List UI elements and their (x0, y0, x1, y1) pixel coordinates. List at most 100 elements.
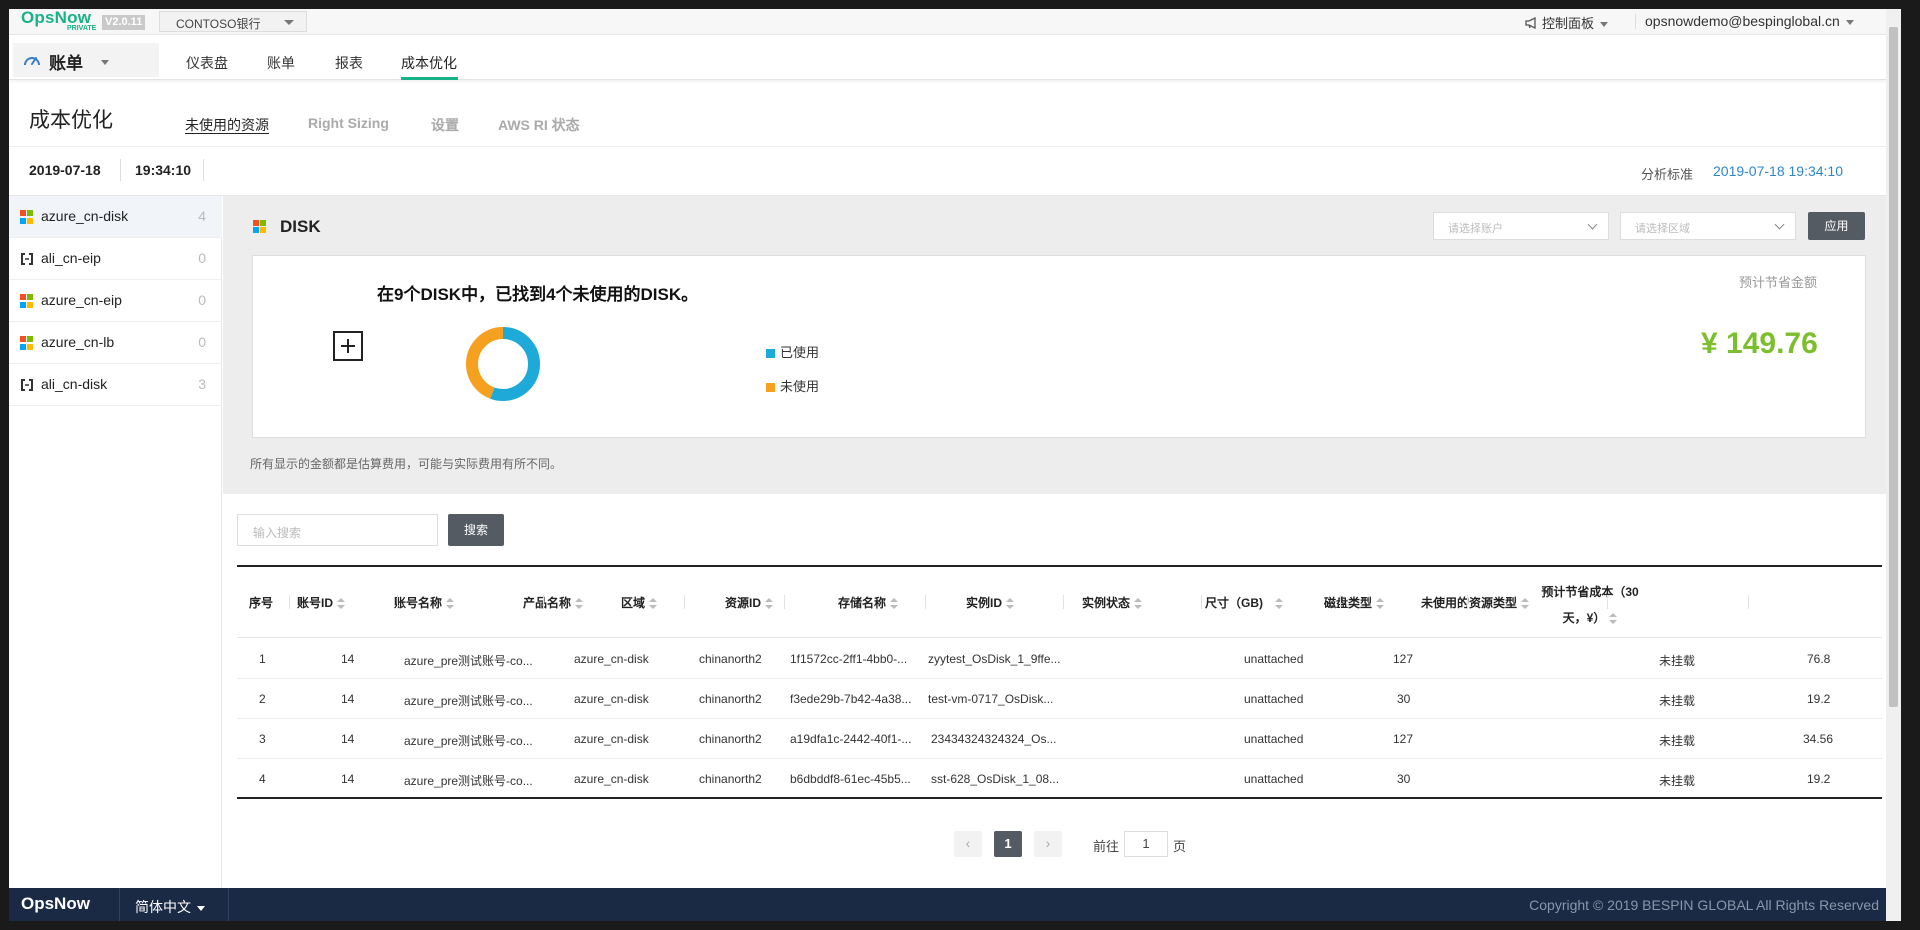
col-header-account-name[interactable]: 账号名称 (394, 594, 455, 611)
apply-button[interactable]: 应用 (1808, 212, 1865, 240)
table-row[interactable]: 4 14 azure_pre测试账号-co... azure_cn-disk c… (237, 759, 1882, 799)
sidebar-item-ali-cn-eip[interactable]: ali_cn-eip 0 (9, 238, 222, 280)
summary-text: 在9个DISK中，已找到4个未使用的DISK。 (377, 285, 699, 304)
logo-name: OpsNow (21, 9, 92, 27)
opsnow-logo[interactable]: OpsNow PRIVATE (21, 9, 101, 34)
page-title: 成本优化 (29, 109, 113, 132)
sidebar-item-azure-cn-lb[interactable]: azure_cn-lb 0 (9, 322, 222, 364)
sort-icon[interactable] (1376, 597, 1385, 610)
language-selector[interactable]: 简体中文 (135, 897, 205, 917)
account-select[interactable]: 请选择账户 (1433, 212, 1609, 240)
sort-icon[interactable] (446, 597, 455, 610)
cell-account-name: azure_pre测试账号-co... (404, 654, 533, 668)
table-header: 序号 账号ID 账号名称 产品名称 区域 资源ID 存储名称 实例ID 实例状态… (237, 565, 1882, 638)
sort-icon[interactable] (1609, 612, 1618, 625)
logo-sub: PRIVATE (67, 25, 97, 32)
tab-reports[interactable]: 报表 (335, 53, 363, 73)
analysis-date: 2019-07-18 19:34:10 (1713, 163, 1843, 179)
col-header-account-id[interactable]: 账号ID (297, 594, 346, 611)
sort-icon[interactable] (1134, 597, 1143, 610)
cell-account-name: azure_pre测试账号-co... (404, 694, 533, 708)
copyright-text: Copyright © 2019 BESPIN GLOBAL All Right… (1529, 897, 1879, 913)
col-header-instance-state[interactable]: 实例状态 (1082, 594, 1143, 611)
col-header-unused-type[interactable]: 未使用的资源类型 (1421, 594, 1530, 611)
sort-icon[interactable] (337, 597, 346, 610)
cell-account-id: 14 (341, 732, 355, 746)
next-page-button[interactable]: › (1034, 831, 1062, 857)
cell-account-name: azure_pre测试账号-co... (404, 734, 533, 748)
prev-page-button[interactable]: ‹ (954, 831, 982, 857)
page-1-button[interactable]: 1 (994, 831, 1022, 857)
date-value: 2019-07-18 (29, 162, 101, 178)
col-header-estimated-saving[interactable]: 预计节省成本（30 天，¥） (1535, 579, 1645, 631)
cell-estimated-saving: 34.56 (1803, 732, 1834, 746)
cell-region: chinanorth2 (699, 732, 762, 746)
col-header-storage-name[interactable]: 存储名称 (838, 594, 899, 611)
sort-icon[interactable] (575, 597, 584, 610)
sort-icon[interactable] (890, 597, 899, 610)
col-header-region[interactable]: 区域 (621, 594, 658, 611)
main-nav: 账单 仪表盘 账单 报表 成本优化 (9, 36, 1895, 80)
module-selector[interactable]: 账单 (13, 43, 159, 77)
divider (9, 146, 1895, 147)
sidebar-item-count: 3 (198, 376, 206, 392)
cell-unused-type: 未挂载 (1659, 734, 1696, 748)
tab-cost-optimization[interactable]: 成本优化 (401, 53, 457, 73)
sidebar-item-azure-cn-disk[interactable]: azure_cn-disk 4 (9, 196, 222, 238)
tab-dashboard[interactable]: 仪表盘 (186, 53, 228, 73)
sidebar-item-ali-cn-disk[interactable]: ali_cn-disk 3 (9, 364, 222, 406)
table-row[interactable]: 3 14 azure_pre测试账号-co... azure_cn-disk c… (237, 719, 1882, 759)
cell-instance-state: unattached (1244, 692, 1304, 706)
caret-down-icon (1845, 19, 1854, 25)
divider (925, 595, 926, 609)
vertical-scrollbar[interactable] (1886, 9, 1901, 921)
divider (1201, 595, 1202, 609)
sort-icon[interactable] (765, 597, 774, 610)
col-header-product-name[interactable]: 产品名称 (523, 594, 584, 611)
sort-icon[interactable] (1521, 597, 1530, 610)
analysis-label: 分析标准 (1641, 167, 1694, 182)
scrollbar-thumb[interactable] (1889, 27, 1898, 707)
table-row[interactable]: 2 14 azure_pre测试账号-co... azure_cn-disk c… (237, 679, 1882, 719)
col-header-resource-id[interactable]: 资源ID (725, 594, 774, 611)
col-header-disk-type[interactable]: 磁盘类型 (1324, 594, 1385, 611)
search-input[interactable]: 输入搜索 (237, 514, 438, 546)
sort-icon[interactable] (649, 597, 658, 610)
sidebar-item-azure-cn-eip[interactable]: azure_cn-eip 0 (9, 280, 222, 322)
cell-instance-state: unattached (1244, 772, 1304, 786)
caret-down-icon (284, 20, 294, 25)
divider (684, 595, 685, 609)
header-label: 产品名称 (523, 596, 572, 610)
subtab-unused-resources[interactable]: 未使用的资源 (185, 115, 269, 135)
header-label: 账号名称 (394, 596, 443, 610)
cell-index: 3 (259, 732, 266, 746)
tab-billing[interactable]: 账单 (267, 53, 295, 73)
region-select[interactable]: 请选择区域 (1620, 212, 1796, 240)
tenant-selector[interactable]: CONTOSO银行 (159, 11, 307, 32)
footer: OpsNow 简体中文 Copyright © 2019 BESPIN GLOB… (9, 888, 1895, 921)
expand-icon[interactable] (333, 331, 363, 361)
sort-icon[interactable] (1275, 597, 1283, 610)
subtab-right-sizing[interactable]: Right Sizing (308, 115, 389, 131)
goto-page-input[interactable]: 1 (1124, 831, 1168, 857)
estimated-savings-value: ¥ 149.76 (1701, 327, 1818, 360)
search-button[interactable]: 搜索 (448, 514, 504, 546)
estimated-savings-label: 预计节省金额 (1739, 275, 1818, 290)
sidebar-item-label: azure_cn-lb (41, 334, 115, 350)
caret-down-icon (1600, 22, 1609, 28)
alibaba-icon (21, 379, 33, 391)
header-label: 实例状态 (1082, 596, 1131, 610)
subtab-settings[interactable]: 设置 (431, 115, 459, 135)
control-panel-menu[interactable]: 控制面板 (1525, 13, 1609, 31)
user-menu[interactable]: opsnowdemo@bespinglobal.cn (1645, 13, 1854, 29)
header-label: 区域 (621, 596, 646, 610)
cell-index: 4 (259, 772, 266, 786)
region-select-placeholder: 请选择区域 (1635, 223, 1690, 235)
col-header-instance-id[interactable]: 实例ID (966, 594, 1015, 611)
table-row[interactable]: 1 14 azure_pre测试账号-co... azure_cn-disk c… (237, 639, 1882, 679)
estimate-note: 所有显示的金额都是估算费用，可能与实际费用有所不同。 (250, 457, 563, 471)
col-header-size[interactable]: 尺寸（GB) (1205, 594, 1283, 611)
subtab-aws-ri-status[interactable]: AWS RI 状态 (498, 115, 580, 135)
windows-icon (20, 210, 34, 224)
sort-icon[interactable] (1006, 597, 1015, 610)
